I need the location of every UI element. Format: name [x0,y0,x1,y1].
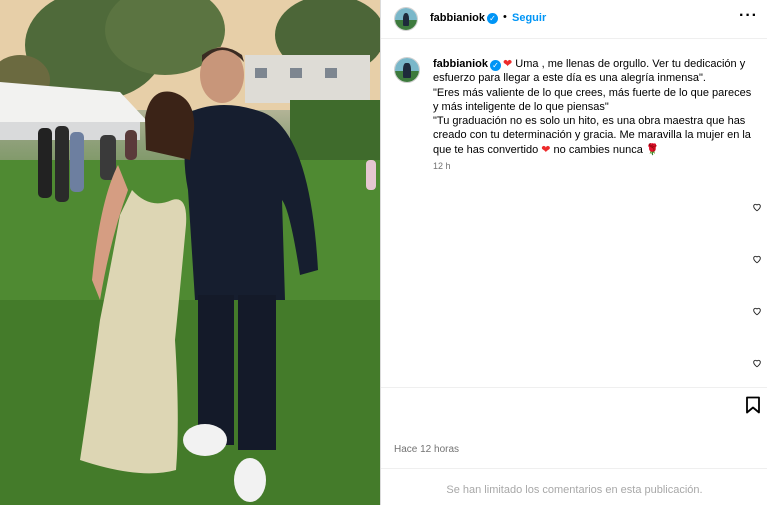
caption-time[interactable]: 12 h [433,161,451,171]
header-separator: • [503,11,507,23]
verified-badge-icon: ✓ [487,13,498,24]
heart-outline-icon[interactable] [752,303,762,316]
heart-outline-icon[interactable] [752,199,762,212]
post-caption: fabbianiok ✓ ❤ Uma , me llenas de orgullo.… [433,57,758,157]
actions-divider [381,387,767,388]
bookmark-icon[interactable] [745,396,761,414]
instagram-post: fabbianiok ✓ • Seguir ··· fabbianiok ✓ ❤ U… [0,0,767,505]
caption-line-2: esfuerzo para llegar a este día es una a… [433,72,706,85]
author-username[interactable]: fabbianiok [430,12,485,24]
caption-line-7: que te has convertido [433,143,539,156]
caption-line-3: "Eres más valiente de lo que crees, más … [433,86,752,99]
post-photo[interactable] [0,0,380,505]
footer-divider [381,468,767,469]
caption-line-4: y más inteligente de lo que piensas" [433,100,609,113]
heart-emoji: ❤ [541,143,551,156]
caption-line-8: no cambies nunca [553,143,643,156]
caption-line-5: "Tu graduación no es solo un hito, es un… [433,115,746,128]
caption-line-1: Uma , me llenas de orgullo. Ver tu dedic… [515,58,746,70]
post-timestamp[interactable]: Hace 12 horas [394,444,459,455]
photo-scene [0,0,380,505]
heart-emoji: ❤ [503,58,513,70]
caption-line-6: creado con tu determinación y gracia. Me… [433,129,751,142]
post-header: fabbianiok ✓ • Seguir ··· [381,0,767,38]
post-side-panel: fabbianiok ✓ • Seguir ··· fabbianiok ✓ ❤ U… [380,0,767,505]
heart-outline-icon[interactable] [752,355,762,368]
comments-limited-notice: Se han limitado los comentarios en esta … [446,484,703,496]
follow-button[interactable]: Seguir [512,12,546,24]
caption-author-avatar[interactable] [394,57,420,83]
rose-emoji: 🌹 [645,143,660,156]
caption-username[interactable]: fabbianiok [433,58,488,70]
header-divider [381,38,767,39]
heart-outline-icon[interactable] [752,251,762,264]
more-options-icon[interactable]: ··· [739,7,758,25]
author-avatar[interactable] [394,7,418,31]
verified-badge-icon: ✓ [490,60,502,71]
